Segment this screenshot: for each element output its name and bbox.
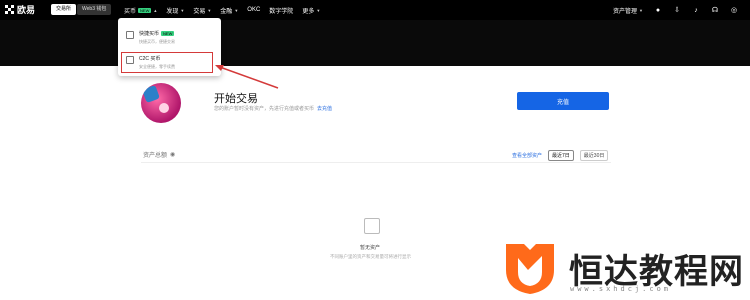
empty-state-subtitle: 不同账户里的资产和交易量可将进行显示 — [330, 254, 411, 259]
nav-label: 买币 — [124, 8, 137, 15]
account-menu[interactable]: 资产管理 ▼ — [613, 6, 643, 15]
nav-label: OKC — [247, 7, 261, 13]
nav-label: 数字学院 — [269, 8, 294, 15]
brand-logo[interactable]: 欧易 — [5, 3, 35, 16]
deposit-link[interactable]: 去充值 — [317, 106, 332, 112]
nav-item-more[interactable]: 更多 ▼ — [302, 6, 320, 15]
chevron-down-icon: ▼ — [316, 7, 321, 13]
tab-7-days[interactable]: 最近7日 — [548, 150, 574, 161]
section-divider — [141, 162, 611, 163]
nav-label: 发现 — [166, 8, 179, 15]
header-right: 资产管理 ▼ ● ⇩ ♪ ☊ ◎ — [613, 0, 738, 20]
user-icon[interactable]: ● — [654, 6, 662, 14]
nav-label: 交易 — [193, 8, 206, 15]
exchange-mode-button[interactable]: 交易所 — [51, 4, 77, 15]
empty-box-icon — [364, 218, 380, 234]
dropdown-item-title: 快捷买币 NEW — [139, 30, 175, 37]
nav-label: 更多 — [302, 8, 315, 15]
card-icon — [126, 31, 134, 39]
chevron-down-icon: ▼ — [207, 7, 212, 13]
total-assets-label: 资产总额 ◉ — [143, 150, 175, 159]
deposit-button[interactable]: 充值 — [517, 92, 609, 110]
highlight-annotation-box — [121, 52, 213, 73]
empty-state-title: 暂无资产 — [360, 245, 381, 251]
chevron-down-icon: ▼ — [234, 7, 239, 13]
dropdown-item-subtitle: 快捷买币，便捷交易 — [139, 39, 175, 44]
arrow-line — [216, 65, 279, 89]
download-icon[interactable]: ⇩ — [673, 6, 681, 14]
account-label: 资产管理 — [613, 8, 638, 15]
main-nav: 买币 NEW ▲ 发现 ▼ 交易 ▼ 金融 ▼ OKC 数字学院 更多 ▼ — [124, 0, 320, 20]
dropdown-item-quick-buy[interactable]: 快捷买币 NEW 快捷买币，便捷交易 — [126, 30, 175, 45]
nav-label: 金融 — [220, 8, 233, 15]
header-banner — [0, 20, 750, 66]
start-trading-illustration — [141, 83, 181, 123]
headset-icon[interactable]: ☊ — [711, 6, 719, 14]
new-badge: NEW — [138, 7, 152, 13]
nav-item-academy[interactable]: 数字学院 — [269, 6, 293, 15]
brand-name: 欧易 — [17, 5, 36, 15]
view-all-assets-link[interactable]: 查看全部资产 — [512, 152, 542, 159]
okx-logo-icon — [5, 5, 14, 14]
nav-item-trade[interactable]: 交易 ▼ — [193, 6, 211, 15]
chevron-down-icon: ▼ — [639, 7, 643, 13]
new-badge: NEW — [161, 31, 175, 36]
nav-item-discover[interactable]: 发现 ▼ — [166, 6, 184, 15]
nav-item-buy-crypto[interactable]: 买币 NEW ▲ — [124, 6, 157, 15]
tab-30-days[interactable]: 最近30日 — [579, 150, 609, 161]
start-trading-title: 开始交易 — [214, 93, 258, 105]
bell-icon[interactable]: ♪ — [692, 6, 700, 14]
assets-range-tabs: 查看全部资产 最近7日 最近30日 — [512, 150, 609, 161]
top-navigation-bar: 欧易 交易所 Web3 钱包 买币 NEW ▲ 发现 ▼ 交易 ▼ 金融 ▼ O… — [0, 0, 750, 20]
nav-item-finance[interactable]: 金融 ▼ — [220, 6, 238, 15]
start-trading-subtitle: 您的账户暂时没有资产，先进行充值或者买币 去充值 — [214, 105, 332, 112]
chevron-down-icon: ▼ — [180, 7, 185, 13]
start-subtitle-text: 您的账户暂时没有资产，先进行充值或者买币 — [214, 106, 315, 112]
dropdown-title-text: 快捷买币 — [139, 31, 160, 37]
eye-icon[interactable]: ◉ — [170, 151, 175, 158]
nav-item-okc[interactable]: OKC — [247, 7, 260, 13]
assets-label-text: 资产总额 — [143, 153, 168, 159]
watermark-url: www.sxhdcj.com — [570, 285, 672, 293]
globe-icon[interactable]: ◎ — [730, 6, 738, 14]
web3-wallet-button[interactable]: Web3 钱包 — [77, 4, 112, 15]
chevron-up-icon: ▲ — [153, 7, 158, 13]
watermark-logo — [506, 244, 554, 294]
